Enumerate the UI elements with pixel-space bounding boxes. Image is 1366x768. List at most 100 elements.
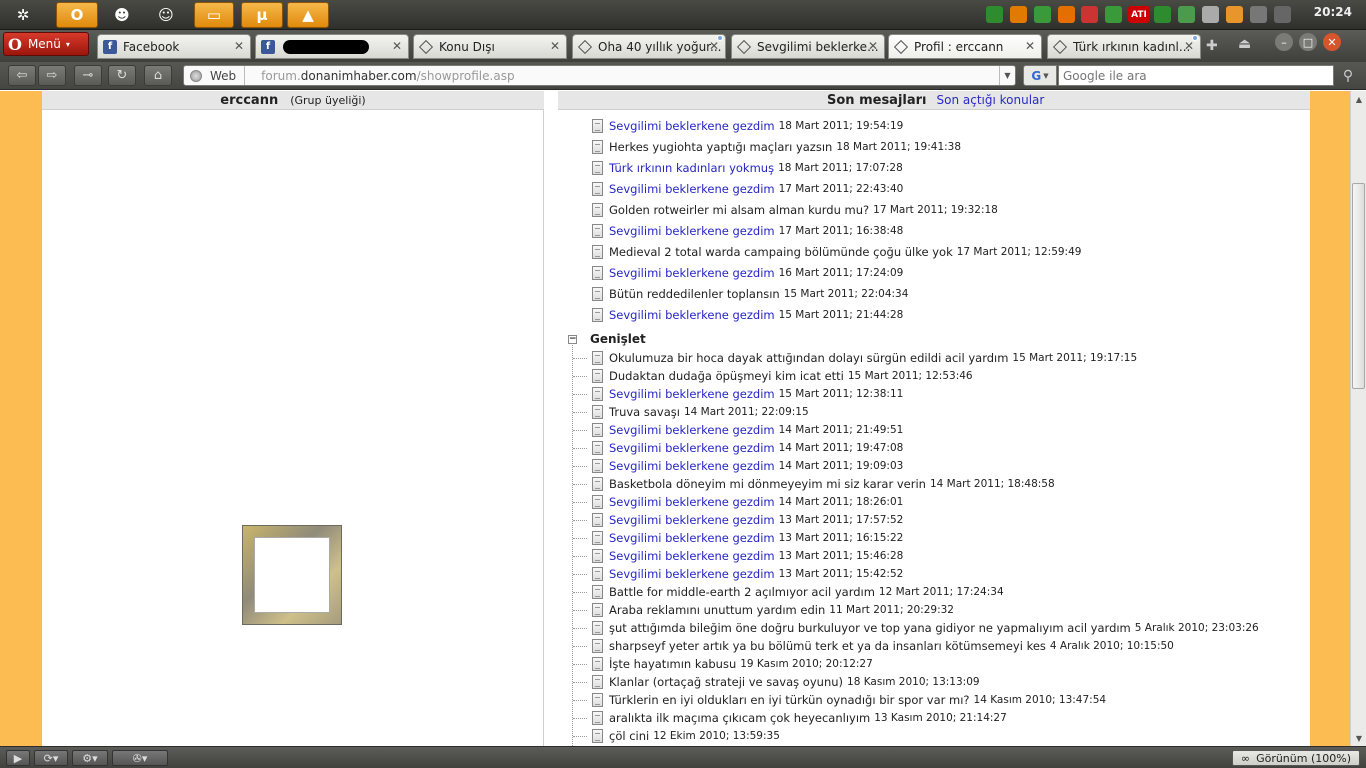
update-icon[interactable] <box>1226 6 1243 23</box>
post-title[interactable]: Sevgilimi beklerkene gezdim <box>609 119 775 133</box>
post-title[interactable]: Sevgilimi beklerkene gezdim <box>609 441 775 455</box>
url-text[interactable]: forum.donanimhaber.com/showprofile.asp <box>245 69 514 83</box>
volume-icon[interactable] <box>1081 6 1098 23</box>
tab-5[interactable]: Sevgilimi beklerke... ✕ <box>731 34 885 59</box>
document-icon <box>592 477 603 491</box>
nvidia-icon[interactable] <box>1154 6 1171 23</box>
post-title[interactable]: Sevgilimi beklerkene gezdim <box>609 182 775 196</box>
url-domain: donanimhaber.com <box>300 68 417 83</box>
close-window-button[interactable]: ✕ <box>1323 33 1341 51</box>
post-row: Sevgilimi beklerkene gezdim 14 Mart 2011;… <box>592 421 903 439</box>
new-tab-button[interactable]: ✚ <box>1206 38 1218 54</box>
launcher-opera[interactable]: O <box>56 2 98 28</box>
recycle-icon[interactable] <box>986 6 1003 23</box>
post-title[interactable]: Sevgilimi beklerkene gezdim <box>609 495 775 509</box>
scrollbar-thumb[interactable] <box>1352 183 1365 389</box>
status-bar: ▶ ⟳▾ ⚙▾ ✇▾ ∞ Görünüm (100%) <box>0 746 1366 768</box>
back-button[interactable]: ⇦ <box>8 65 36 86</box>
tree-branch <box>573 592 587 593</box>
web-indicator[interactable]: Web <box>184 66 246 85</box>
post-title: İşte hayatımın kabusu <box>609 657 737 671</box>
scroll-down-icon[interactable]: ▼ <box>1351 730 1366 746</box>
post-title[interactable]: Sevgilimi beklerkene gezdim <box>609 387 775 401</box>
post-title[interactable]: Sevgilimi beklerkene gezdim <box>609 224 775 238</box>
post-title[interactable]: Sevgilimi beklerkene gezdim <box>609 459 775 473</box>
home-button[interactable]: ⌂ <box>144 65 172 86</box>
close-tab-icon[interactable]: ✕ <box>234 39 244 53</box>
launcher-messenger[interactable]: ☻ <box>104 2 140 28</box>
pause-icon[interactable] <box>1010 6 1027 23</box>
document-icon <box>592 459 603 473</box>
tab-1[interactable]: f Facebook ✕ <box>97 34 251 59</box>
opened-topics-link[interactable]: Son açtığı konular <box>937 93 1045 107</box>
post-date: 18 Mart 2011; 19:41:38 <box>836 141 962 153</box>
close-tab-icon[interactable]: ✕ <box>1184 39 1194 53</box>
usb-icon[interactable] <box>1250 6 1267 23</box>
battery-icon[interactable] <box>1178 6 1195 23</box>
sync-button[interactable]: ⟳▾ <box>34 750 68 766</box>
panel-icon: ▶ <box>13 751 23 765</box>
utorrent-tray-icon[interactable] <box>1034 6 1051 23</box>
scroll-up-icon[interactable]: ▲ <box>1351 91 1366 107</box>
post-title[interactable]: Sevgilimi beklerkene gezdim <box>609 567 775 581</box>
reload-button[interactable]: ↻ <box>108 65 136 86</box>
launcher-vlc[interactable]: ▲ <box>287 2 329 28</box>
vertical-scrollbar[interactable]: ▲ ▼ <box>1350 91 1366 746</box>
tree-branch <box>573 502 587 503</box>
post-date: 5 Aralık 2010; 23:03:26 <box>1134 622 1259 634</box>
vlc-tray-icon[interactable] <box>1058 6 1075 23</box>
tab-4[interactable]: Oha 40 yıllık yoğur... ✕ <box>572 34 726 59</box>
unite-button[interactable]: ✇▾ <box>112 750 168 766</box>
launcher-ubuntu-logo[interactable]: ✲ <box>8 2 38 28</box>
forward-button[interactable]: ⇨ <box>38 65 66 86</box>
tab-6[interactable]: Profil : erccann ✕ <box>888 34 1042 59</box>
maximize-button[interactable]: □ <box>1299 33 1317 51</box>
clock[interactable]: 20:24 <box>1314 5 1352 19</box>
post-title[interactable]: Sevgilimi beklerkene gezdim <box>609 531 775 545</box>
tab-label: Türk ırkının kadınl... <box>1073 39 1191 54</box>
close-tab-icon[interactable]: ✕ <box>550 39 560 53</box>
tree-branch <box>573 376 587 377</box>
document-icon <box>592 549 603 563</box>
post-title[interactable]: Sevgilimi beklerkene gezdim <box>609 513 775 527</box>
rewind-button[interactable]: ⊸ <box>74 65 102 86</box>
address-field[interactable]: Web forum.donanimhaber.com/showprofile.a… <box>183 65 1016 86</box>
search-engine-selector[interactable]: G ▼ <box>1023 65 1057 86</box>
search-icon[interactable]: ⚲ <box>1338 65 1358 86</box>
post-row: Truva savaşı 14 Mart 2011; 22:09:15 <box>592 403 809 421</box>
launcher-smiley-app[interactable]: ☺ <box>152 2 180 28</box>
tab-3[interactable]: Konu Dışı ✕ <box>413 34 567 59</box>
post-title[interactable]: Sevgilimi beklerkene gezdim <box>609 266 775 280</box>
post-title[interactable]: Türk ırkının kadınları yokmuş <box>609 161 774 175</box>
zoom-view-button[interactable]: ∞ Görünüm (100%) <box>1231 750 1360 766</box>
panel-toggle-button[interactable]: ▶ <box>6 750 30 766</box>
address-dropdown-icon[interactable]: ▼ <box>999 66 1015 85</box>
signal-icon[interactable] <box>1274 6 1291 23</box>
post-title: aralıkta ilk maçıma çıkıcam çok heyecanl… <box>609 711 871 725</box>
post-title[interactable]: Sevgilimi beklerkene gezdim <box>609 549 775 563</box>
tab-2[interactable]: f ✕ <box>255 34 409 59</box>
post-row: Sevgilimi beklerkene gezdim 13 Mart 2011;… <box>592 511 903 529</box>
ati-icon[interactable]: ATI <box>1128 6 1150 23</box>
close-tab-icon[interactable]: ✕ <box>392 39 402 53</box>
launcher-utorrent[interactable]: µ <box>241 2 283 28</box>
close-tab-icon[interactable]: ✕ <box>709 39 719 53</box>
tab-7[interactable]: Türk ırkının kadınl... ✕ <box>1047 34 1201 59</box>
minimize-button[interactable]: – <box>1275 33 1293 51</box>
turbo-button[interactable]: ⚙▾ <box>72 750 108 766</box>
close-tab-icon[interactable]: ✕ <box>868 39 878 53</box>
post-title[interactable]: Sevgilimi beklerkene gezdim <box>609 308 775 322</box>
post-title[interactable]: Sevgilimi beklerkene gezdim <box>609 423 775 437</box>
opera-menu-button[interactable]: O Menü ▾ <box>3 32 89 56</box>
search-input[interactable] <box>1058 65 1334 86</box>
post-title: Battle for middle-earth 2 açılmıyor acil… <box>609 585 875 599</box>
user-icon[interactable] <box>1105 6 1122 23</box>
launcher-file-manager[interactable]: ▭ <box>194 2 234 28</box>
tab-label: Facebook <box>123 39 180 54</box>
tree-branch <box>573 700 587 701</box>
trash-icon[interactable]: ⏏ <box>1238 36 1251 52</box>
document-icon <box>592 603 603 617</box>
disc-icon[interactable] <box>1202 6 1219 23</box>
close-tab-icon[interactable]: ✕ <box>1025 39 1035 53</box>
expand-toggle[interactable]: − Genişlet <box>568 332 646 346</box>
